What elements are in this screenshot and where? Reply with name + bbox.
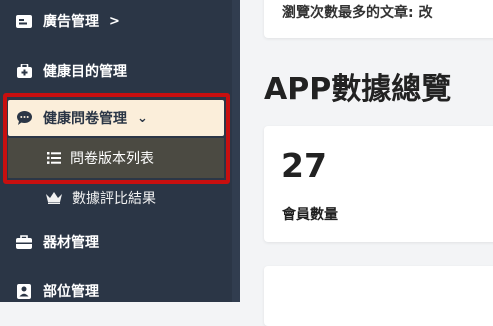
crown-icon (46, 190, 62, 206)
sidebar-item-label: 部位管理 (43, 284, 99, 300)
id-card-icon (16, 13, 32, 29)
sidebar-subitem-data-results[interactable]: 數據評比結果 (0, 183, 232, 213)
sidebar-item-health-goal[interactable]: 健康目的管理 (0, 56, 232, 86)
member-count-label: 會員數量 (282, 207, 338, 223)
medkit-icon (16, 63, 32, 79)
member-count-value: 27 (281, 146, 327, 185)
highlight-box (3, 93, 230, 184)
toolbox-icon (16, 234, 32, 250)
most-viewed-article-text: 瀏覽次數最多的文章: 改 (282, 5, 433, 21)
sidebar-scrollbar[interactable] (232, 0, 240, 302)
sidebar-item-label: 數據評比結果 (72, 191, 156, 207)
sidebar-item-label: 廣告管理 (43, 14, 99, 30)
next-stat-card (264, 266, 493, 326)
member-count-card: 27 會員數量 (264, 126, 493, 242)
top-article-card: 瀏覽次數最多的文章: 改 (264, 0, 493, 38)
main-content: 瀏覽次數最多的文章: 改 APP數據總覽 27 會員數量 (240, 0, 493, 326)
chevron-right-icon: > (109, 13, 120, 29)
sidebar-item-label: 健康目的管理 (43, 64, 127, 80)
page-title: APP數據總覽 (264, 72, 452, 107)
sidebar-item-equipment[interactable]: 器材管理 (0, 227, 232, 257)
user-badge-icon (16, 283, 32, 299)
sidebar: 廣告管理 > 健康目的管理 健康問卷管理 ⌄ 問卷版本列表 數據評比結果 器材管… (0, 0, 232, 302)
sidebar-item-label: 器材管理 (43, 235, 99, 251)
sidebar-item-ads[interactable]: 廣告管理 > (0, 6, 232, 36)
